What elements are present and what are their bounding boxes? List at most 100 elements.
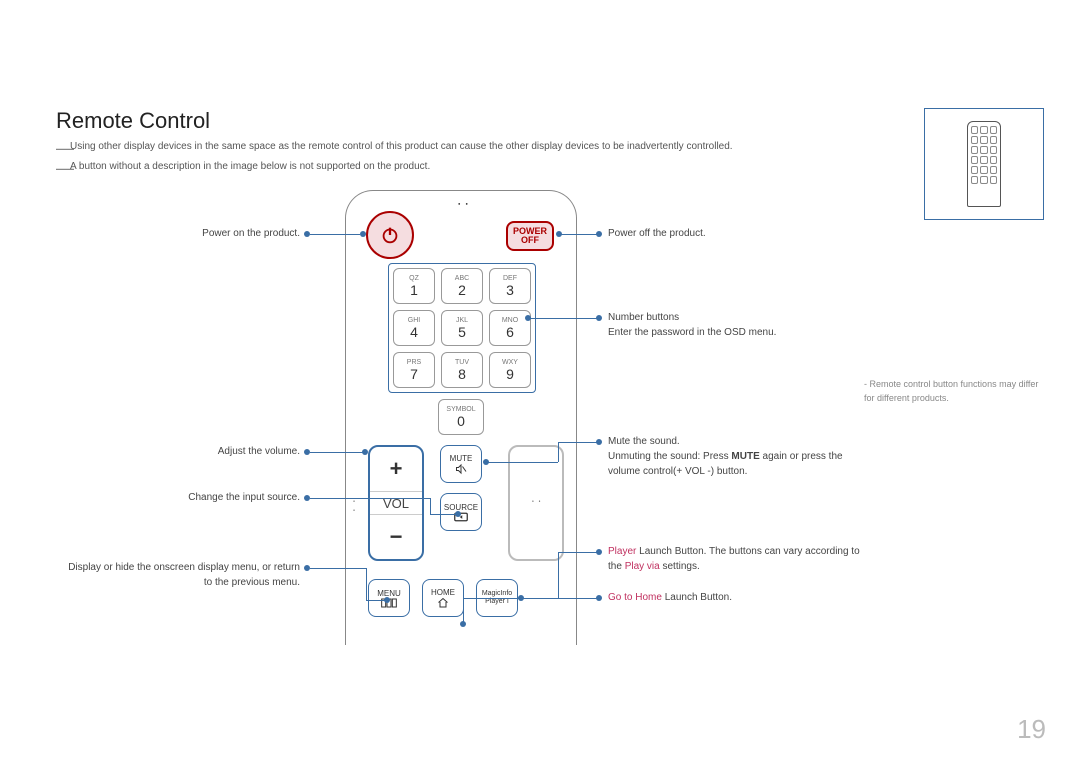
power-off-label-2: OFF (521, 236, 539, 245)
power-icon (379, 224, 401, 246)
leader-line (558, 552, 598, 553)
leader-line (488, 462, 558, 463)
label-text: Mute the sound. (608, 436, 680, 447)
num-t: ABC (455, 275, 469, 282)
channel-dots: ● ● (532, 499, 542, 503)
leader-line (430, 514, 456, 515)
dot (596, 439, 602, 445)
dot (362, 449, 368, 455)
power-button (366, 211, 414, 259)
leader-line (530, 318, 598, 319)
sensor-dots: ● ● (458, 201, 470, 206)
magicinfo-label-1: MagicInfo (482, 590, 512, 598)
leader-line (463, 598, 598, 599)
magicinfo-label-2: Player I (485, 598, 509, 606)
source-label: SOURCE (444, 503, 478, 512)
num-n: 6 (506, 324, 514, 340)
num-n: 0 (457, 413, 465, 429)
leader-line (310, 234, 360, 235)
volume-rocker: + VOL − (368, 445, 424, 561)
thumbnail-remote (924, 108, 1044, 220)
leader-line (310, 452, 364, 453)
label-text: settings. (660, 561, 700, 572)
num-n: 5 (458, 324, 466, 340)
num-0: SYMBOL0 (438, 399, 484, 435)
leader-line (558, 552, 559, 598)
num-8: TUV8 (441, 352, 483, 388)
dot (596, 595, 602, 601)
home-label: HOME (431, 588, 455, 597)
label-source: Change the input source. (120, 490, 300, 505)
num-9: WXY9 (489, 352, 531, 388)
dot (360, 231, 366, 237)
num-1: QZ1 (393, 268, 435, 304)
home-button: HOME (422, 579, 464, 617)
label-power-off: Power off the product. (608, 226, 828, 241)
num-t: JKL (456, 317, 468, 324)
leader-line (310, 568, 366, 569)
number-pad: QZ1 ABC2 DEF3 GHI4 JKL5 MNO6 PRS7 TUV8 W… (388, 263, 536, 393)
remote-body: ● ● POWER OFF QZ1 ABC2 DEF3 GHI4 JKL5 MN… (345, 190, 577, 645)
num-t: MNO (502, 317, 518, 324)
num-n: 2 (458, 282, 466, 298)
leader-line (560, 234, 598, 235)
num-t: DEF (503, 275, 517, 282)
note-1: Using other display devices in the same … (70, 140, 970, 154)
leader-line (366, 568, 367, 600)
num-t: QZ (409, 275, 419, 282)
label-text: Unmuting the sound: Press (608, 451, 731, 462)
volume-label: VOL (370, 491, 422, 515)
num-n: 7 (410, 366, 418, 382)
source-button: SOURCE (440, 493, 482, 531)
leader-line (558, 442, 598, 443)
num-t: SYMBOL (446, 406, 475, 413)
label-text: Launch Button. (662, 592, 732, 603)
num-5: JKL5 (441, 310, 483, 346)
menu-label: MENU (377, 589, 401, 598)
label-mute: Mute the sound. Unmuting the sound: Pres… (608, 434, 868, 479)
num-t: PRS (407, 359, 421, 366)
dot (596, 549, 602, 555)
page-title: Remote Control (56, 108, 210, 134)
num-t: WXY (502, 359, 518, 366)
label-power-on: Power on the product. (120, 226, 300, 241)
num-7: PRS7 (393, 352, 435, 388)
mute-icon (454, 463, 468, 475)
label-volume: Adjust the volume. (120, 444, 300, 459)
label-menu: Display or hide the onscreen display men… (60, 560, 300, 590)
side-note: Remote control button functions may diff… (864, 378, 1044, 405)
label-text: MUTE (731, 451, 759, 462)
num-n: 4 (410, 324, 418, 340)
num-n: 8 (458, 366, 466, 382)
label-text: Go to Home (608, 592, 662, 603)
volume-up: + (370, 447, 422, 491)
zero-row: SYMBOL0 (438, 399, 484, 435)
num-n: 1 (410, 282, 418, 298)
num-n: 9 (506, 366, 514, 382)
label-text: Number buttons (608, 312, 679, 323)
label-home: Go to Home Launch Button. (608, 590, 868, 605)
page-number: 19 (1017, 714, 1046, 745)
num-4: GHI4 (393, 310, 435, 346)
num-3: DEF3 (489, 268, 531, 304)
label-text: Play via (625, 561, 660, 572)
num-2: ABC2 (441, 268, 483, 304)
dot (596, 315, 602, 321)
label-text: Enter the password in the OSD menu. (608, 327, 776, 338)
note-2: A button without a description in the im… (70, 160, 970, 174)
num-n: 3 (506, 282, 514, 298)
home-icon (436, 597, 450, 609)
volume-down: − (370, 515, 422, 559)
leader-line (463, 598, 464, 622)
num-t: GHI (408, 317, 420, 324)
dot (596, 231, 602, 237)
power-off-button: POWER OFF (506, 221, 554, 251)
mute-label: MUTE (450, 454, 473, 463)
side-dots: ● ● (352, 499, 356, 514)
leader-line (310, 498, 430, 499)
label-numbers: Number buttons Enter the password in the… (608, 310, 868, 340)
mute-button: MUTE (440, 445, 482, 483)
leader-line (558, 442, 559, 462)
leader-line (430, 498, 431, 514)
label-player: Player Launch Button. The buttons can va… (608, 544, 868, 574)
